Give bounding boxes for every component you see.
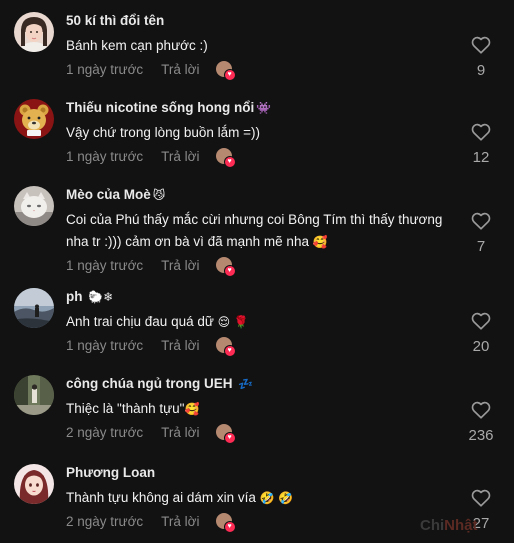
landscape-avatar[interactable]	[14, 288, 54, 328]
heart-icon: ♥	[223, 521, 236, 533]
reply-button[interactable]: Trả lời	[161, 425, 199, 440]
heart-outline-icon[interactable]	[471, 212, 491, 230]
comment-author[interactable]: ph 🐑❄	[66, 288, 456, 306]
watermark: ChiNhật	[420, 517, 478, 534]
comment-meta: 1 ngày trước Trả lời ♥	[66, 335, 456, 357]
heart-outline-icon[interactable]	[471, 36, 491, 54]
creator-liked-badge: ♥	[215, 424, 236, 444]
creator-liked-badge: ♥	[215, 148, 236, 168]
heart-icon: ♥	[223, 156, 236, 168]
anime-girl-avatar[interactable]	[14, 464, 54, 504]
like-count: 7	[476, 238, 486, 255]
like-count: 20	[472, 338, 490, 355]
comment-text: Vậy chứ trong lòng buồn lắm =))	[66, 125, 261, 140]
like-control: 236	[456, 401, 506, 445]
reply-button[interactable]: Trả lời	[161, 514, 199, 529]
comment-meta: 1 ngày trước Trả lời ♥	[66, 146, 456, 168]
comment-list: 50 kí thì đổi tên Bánh kem cạn phước :) …	[0, 0, 514, 543]
heart-icon: ♥	[223, 432, 236, 444]
comment-time: 2 ngày trước	[66, 424, 144, 440]
like-count: 236	[468, 427, 494, 444]
like-control: 9	[456, 36, 506, 80]
comment-time: 1 ngày trước	[66, 148, 144, 164]
reply-button[interactable]: Trả lời	[161, 258, 199, 273]
like-count: 12	[472, 149, 490, 166]
heart-outline-icon[interactable]	[471, 401, 491, 419]
comment-time: 1 ngày trước	[66, 61, 144, 77]
comment-text: Anh trai chịu đau quá dữ 😌 🌹	[66, 314, 249, 329]
creator-liked-badge: ♥	[215, 513, 236, 533]
comment-meta: 1 ngày trước Trả lời ♥	[66, 59, 456, 81]
creator-liked-badge: ♥	[215, 257, 236, 277]
heart-icon: ♥	[223, 69, 236, 81]
like-control: 12	[456, 123, 506, 167]
comment-meta: 2 ngày trước Trả lời ♥	[66, 422, 456, 444]
comment-time: 1 ngày trước	[66, 337, 144, 353]
comment-meta: 1 ngày trước Trả lời ♥	[66, 255, 456, 277]
teddy-bear-avatar[interactable]	[14, 99, 54, 139]
comment-author[interactable]: 50 kí thì đổi tên	[66, 12, 456, 30]
heart-icon: ♥	[223, 345, 236, 357]
cat-avatar[interactable]	[14, 186, 54, 226]
reply-button[interactable]: Trả lời	[161, 149, 199, 164]
comment-text: Thiệc là "thành tựu"🥰	[66, 401, 200, 416]
creator-liked-badge: ♥	[215, 337, 236, 357]
like-control: 7	[456, 212, 506, 256]
comment-author[interactable]: Mèo của Moè 😼	[66, 186, 456, 204]
reply-button[interactable]: Trả lời	[161, 62, 199, 77]
like-count: 9	[476, 62, 486, 79]
heart-icon: ♥	[223, 265, 236, 277]
comment-author[interactable]: Thiếu nicotine sống hong nổi 👾	[66, 99, 456, 117]
comment-text: Bánh kem cạn phước :)	[66, 38, 208, 53]
comment-meta: 2 ngày trước Trả lời ♥	[66, 511, 456, 533]
comment-text: Coi của Phú thấy mắc cừi nhưng coi Bông …	[66, 212, 443, 249]
comment-author[interactable]: Phương Loan	[66, 464, 456, 482]
heart-outline-icon[interactable]	[471, 123, 491, 141]
girl-selfie-avatar[interactable]	[14, 12, 54, 52]
heart-outline-icon[interactable]	[471, 489, 491, 507]
comment-author[interactable]: công chúa ngủ trong UEH 💤	[66, 375, 456, 393]
comment-text: Thành tựu không ai dám xin vía 🤣 🤣	[66, 490, 293, 505]
like-control: 20	[456, 312, 506, 356]
comment-time: 2 ngày trước	[66, 513, 144, 529]
comment-time: 1 ngày trước	[66, 257, 144, 273]
reply-button[interactable]: Trả lời	[161, 338, 199, 353]
creator-liked-badge: ♥	[215, 61, 236, 81]
street-avatar[interactable]	[14, 375, 54, 415]
heart-outline-icon[interactable]	[471, 312, 491, 330]
